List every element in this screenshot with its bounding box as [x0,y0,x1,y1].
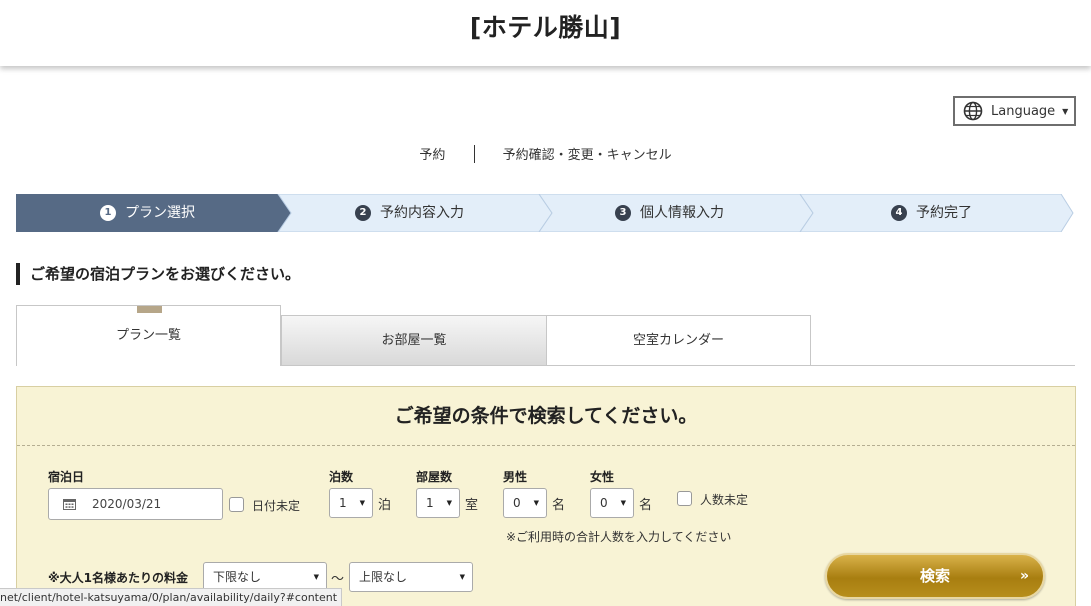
checkin-date-value: 2020/03/21 [92,497,162,511]
tab-room-list-label: お部屋一覧 [381,333,447,348]
step-1-label: プラン選択 [125,205,195,221]
tab-room-list[interactable]: お部屋一覧 [281,315,547,366]
step-2: 2 予約内容入力 [355,194,464,232]
step-2-label: 予約内容入力 [380,205,464,221]
step-2-number: 2 [355,205,371,221]
chevron-down-icon: ▼ [533,499,539,507]
male-unit: 名 [552,498,566,513]
checkin-date-input[interactable]: 2020/03/21 [48,488,223,520]
step-3-label: 個人情報入力 [640,205,724,221]
date-undecided-label: 日付未定 [252,499,301,513]
globe-icon [963,101,983,121]
step-1-number: 1 [100,205,116,221]
male-count-value: 0 [513,496,521,510]
female-count-value: 0 [600,496,608,510]
search-panel-title: ご希望の条件で検索してください。 [394,405,698,427]
section-heading: ご希望の宿泊プランをお選びください。 [16,263,300,285]
nav-divider [473,144,475,163]
search-button[interactable]: 検索 » [825,553,1045,599]
female-unit: 名 [639,498,653,513]
step-3-number: 3 [615,205,631,221]
price-min-value: 下限なし [213,570,262,584]
top-nav: 予約 予約確認・変更・キャンセル [0,144,1091,163]
date-undecided-checkbox[interactable] [229,497,244,512]
nights-value: 1 [339,496,347,510]
progress-steps: 1 プラン選択 2 予約内容入力 3 個人情報入力 4 予約完了 [16,194,1074,232]
tab-vacancy-calendar[interactable]: 空室カレンダー [546,315,811,366]
rooms-label: 部屋数 [416,470,453,484]
tab-vacancy-calendar-label: 空室カレンダー [632,333,724,348]
chevron-down-icon: ▼ [359,499,365,507]
rooms-unit: 室 [465,498,479,513]
chevron-down-icon: ▼ [446,499,452,507]
chevron-down-icon: ▼ [459,573,465,581]
status-bar-url: net/client/hotel-katsuyama/0/plan/availa… [0,588,343,606]
guests-undecided-label: 人数未定 [700,493,749,507]
nights-unit: 泊 [378,498,392,513]
double-chevron-right-icon: » [1019,568,1029,584]
search-button-label: 検索 [919,567,950,585]
rooms-select[interactable]: 1 ▼ [416,488,460,518]
female-label: 女性 [590,470,615,484]
nights-label: 泊数 [329,470,354,484]
male-label: 男性 [503,470,528,484]
price-range-tilde: ～ [331,572,345,587]
hotel-name-title: [ホテル勝山] [469,13,622,42]
active-tab-marker [137,306,162,313]
panel-divider [17,445,1075,446]
price-max-value: 上限なし [359,570,408,584]
step-4-label: 予約完了 [916,205,972,221]
price-label: ※大人1名様あたりの料金 [48,571,189,585]
language-label: Language [991,103,1056,119]
rooms-value: 1 [426,496,434,510]
chevron-down-icon: ▼ [313,573,319,581]
tab-plan-list-label: プラン一覧 [115,328,181,343]
male-count-select[interactable]: 0 ▼ [503,488,547,518]
reserve-link[interactable]: 予約 [419,144,445,163]
price-max-select[interactable]: 上限なし ▼ [349,562,473,592]
tab-plan-list[interactable]: プラン一覧 [16,305,281,366]
guest-count-note: ※ご利用時の合計人数を入力してください [506,530,732,544]
caret-down-icon: ▼ [1062,106,1069,116]
nights-select[interactable]: 1 ▼ [329,488,373,518]
calendar-icon [63,499,76,510]
site-header: [ホテル勝山] [0,0,1091,66]
language-select[interactable]: Language ▼ [953,96,1076,126]
step-4: 4 予約完了 [891,194,972,232]
chevron-down-icon: ▼ [620,499,626,507]
step-3: 3 個人情報入力 [615,194,724,232]
date-label: 宿泊日 [48,470,85,484]
search-panel: ご希望の条件で検索してください。 宿泊日 2020/03/21 日付未定 泊数 … [16,386,1076,606]
manage-reservation-link[interactable]: 予約確認・変更・キャンセル [503,144,672,163]
step-1: 1 プラン選択 [100,194,195,232]
female-count-select[interactable]: 0 ▼ [590,488,634,518]
step-4-number: 4 [891,205,907,221]
guests-undecided-checkbox[interactable] [677,491,692,506]
